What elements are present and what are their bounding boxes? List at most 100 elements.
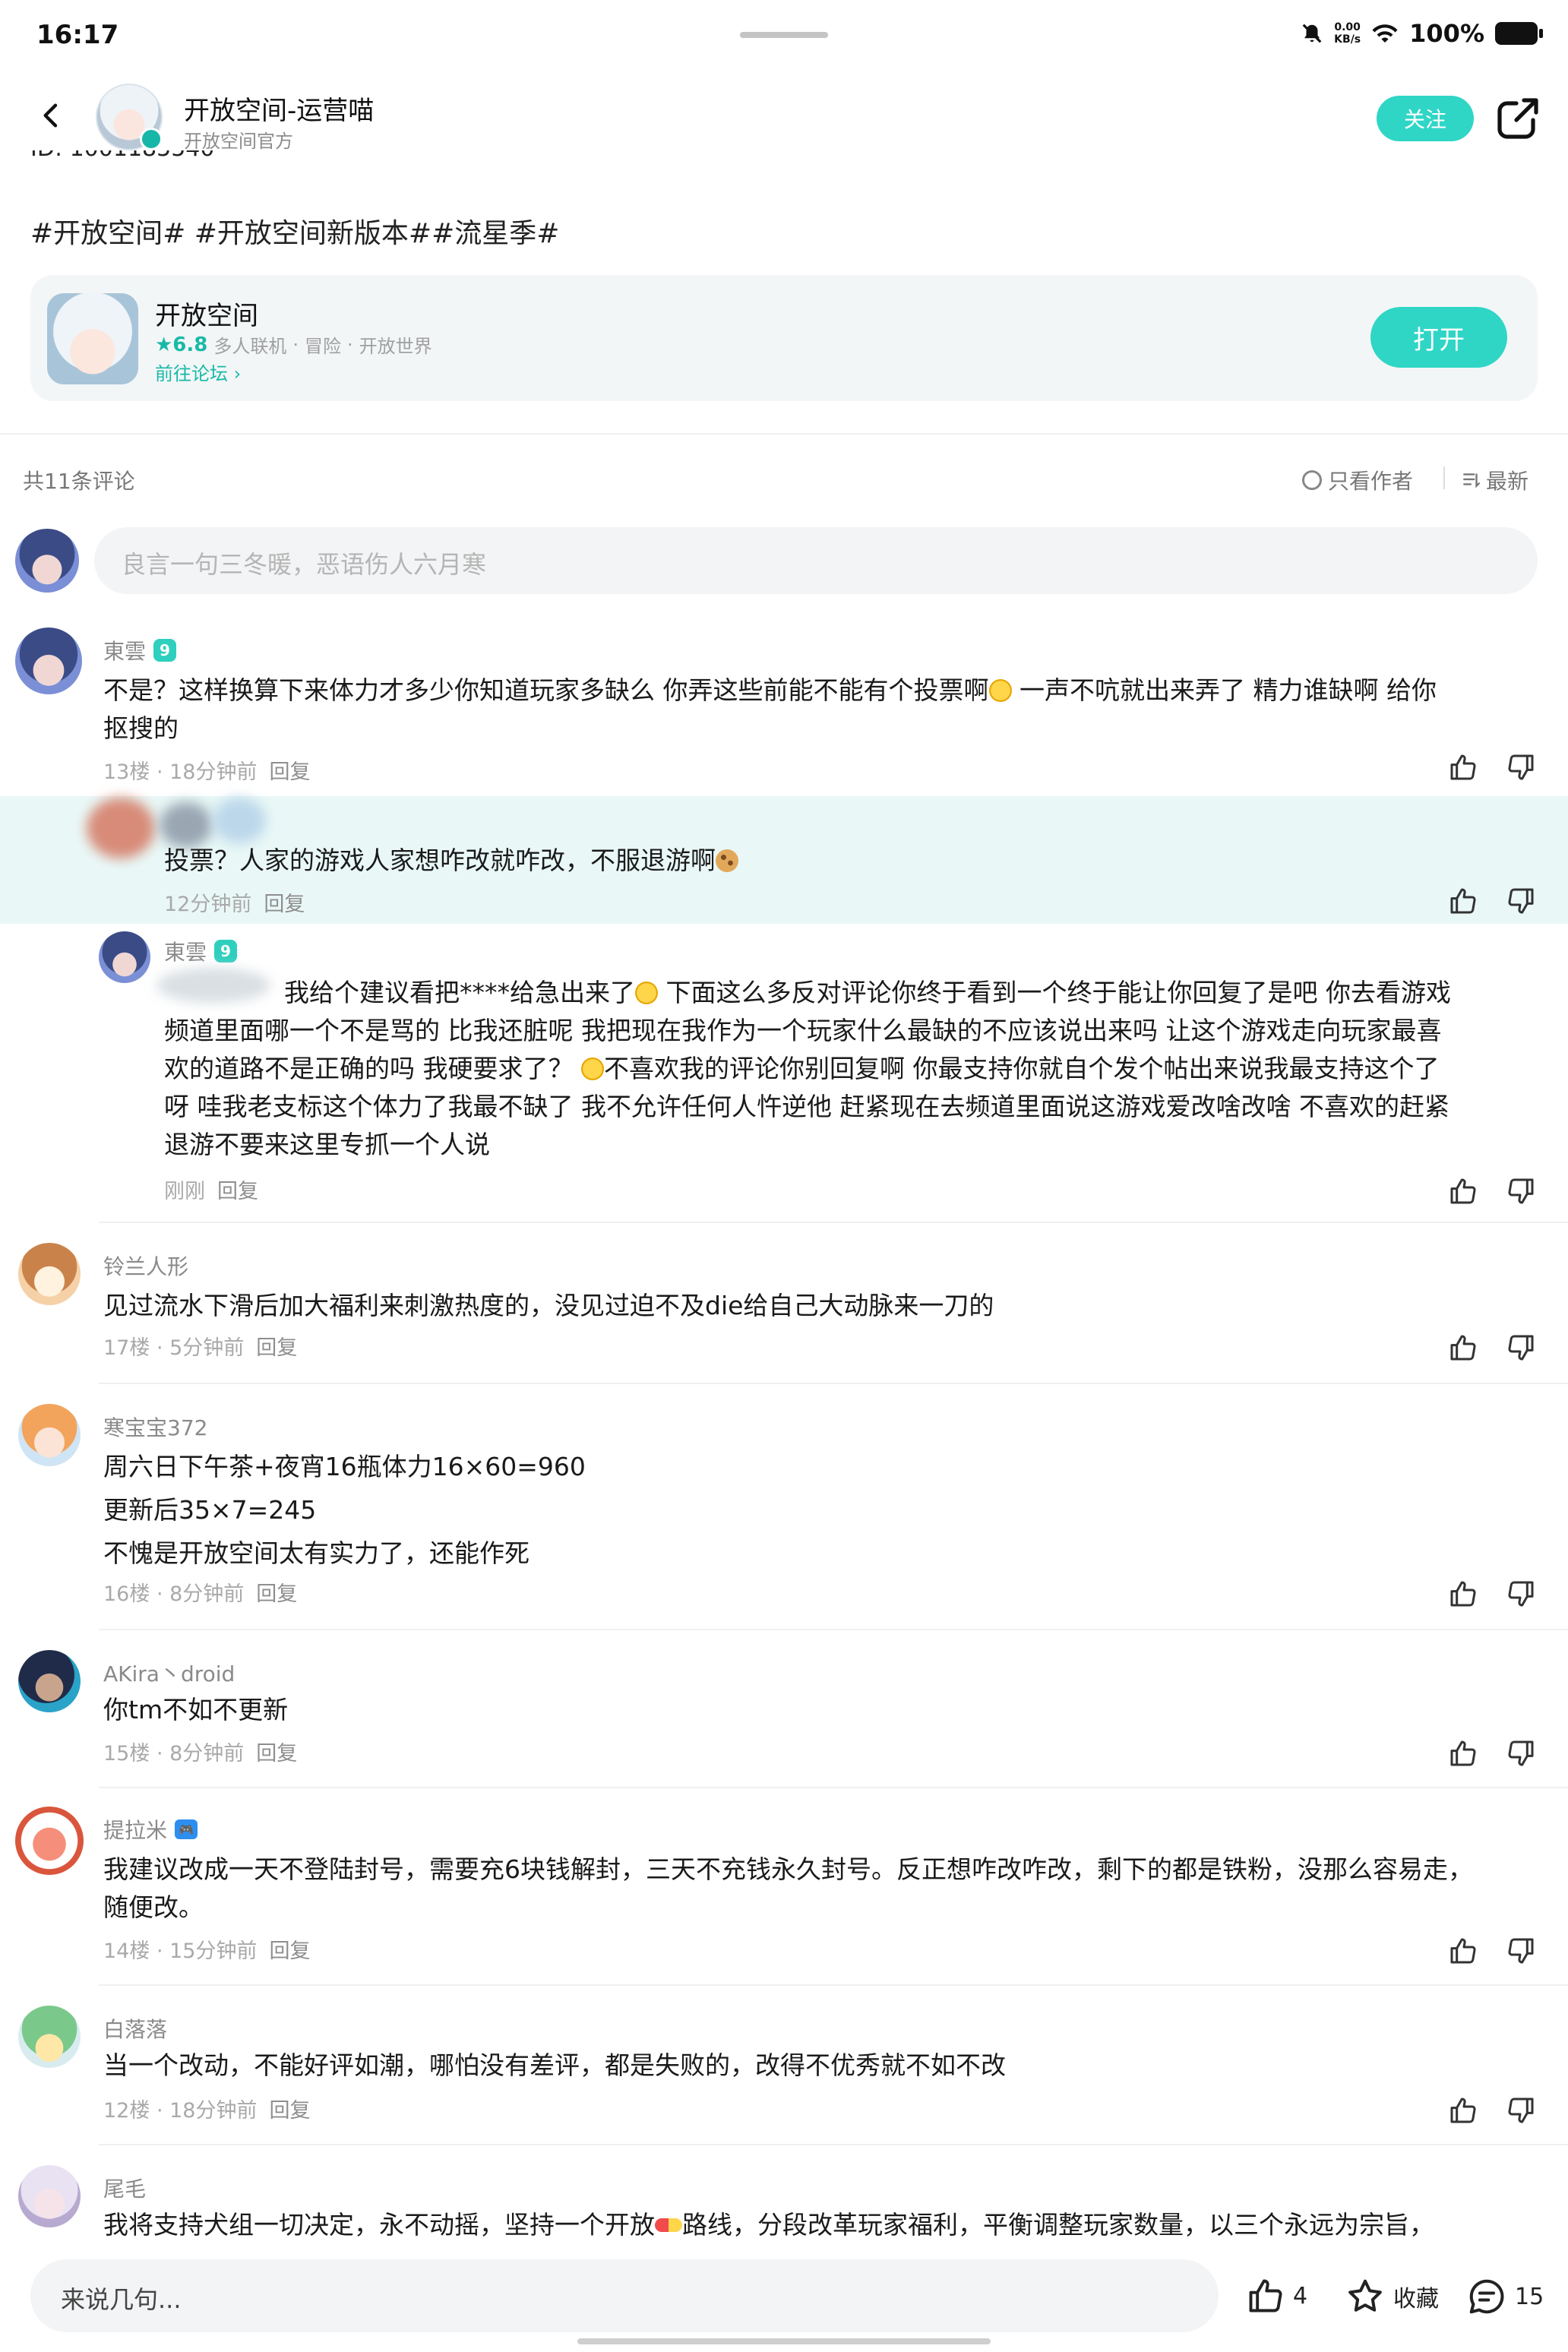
crying-emoji-icon [581, 1057, 604, 1080]
comment-count-bottom: 15 [1515, 2283, 1544, 2310]
open-game-button[interactable]: 打开 [1370, 307, 1507, 368]
gamepad-badge-icon: 🎮 [175, 1819, 198, 1839]
thumbs-down-icon[interactable] [1506, 886, 1536, 916]
thumbs-down-icon[interactable] [1506, 1579, 1536, 1609]
thumbs-up-icon[interactable] [1448, 2095, 1478, 2126]
commenter-avatar[interactable] [18, 1404, 81, 1466]
net-speed: 0.00 KB/s [1334, 21, 1361, 46]
game-genre: 多人联机 [213, 336, 287, 357]
verified-badge-icon [140, 128, 163, 150]
level-badge: 9 [214, 940, 238, 963]
comment-username[interactable]: 東雲 9 [103, 635, 177, 665]
commenter-avatar[interactable] [18, 1650, 81, 1712]
reply-username[interactable]: 東雲 9 [164, 936, 238, 966]
thumbs-up-icon[interactable] [1448, 886, 1478, 916]
thumbs-down-icon[interactable] [1506, 1332, 1536, 1363]
comment-text: 见过流水下滑后加大福利来刺激热度的，没见过迫不及die给自己大动脉来一刀的 [103, 1291, 994, 1320]
reply-button[interactable]: 回复 [256, 1336, 297, 1360]
account-avatar[interactable] [96, 84, 163, 150]
reply-button[interactable]: 回复 [256, 1742, 297, 1766]
comment-username[interactable]: 铃兰人形 [103, 1250, 188, 1281]
divider [0, 433, 1568, 435]
reply-button[interactable]: 回复 [217, 1180, 258, 1203]
thumbs-up-icon[interactable] [1448, 1332, 1478, 1363]
divider [99, 1222, 1568, 1223]
favorite-button[interactable]: 收藏 [1345, 2276, 1439, 2317]
game-genre: 冒险 [305, 336, 342, 357]
account-name[interactable]: 开放空间-运营喵 [184, 90, 374, 127]
bottom-comment-input[interactable]: 来说几句... [30, 2259, 1219, 2332]
commenter-avatar[interactable] [18, 1243, 81, 1305]
reply-button[interactable]: 回复 [256, 1582, 297, 1606]
thumbs-down-icon[interactable] [1506, 1738, 1536, 1769]
wifi-icon [1372, 24, 1398, 43]
comment-text: 不是？这样换算下来体力才多少你知道玩家多缺么 你弄这些前能不能有个投票啊 一声不… [103, 675, 1437, 743]
thumbs-up-icon[interactable] [1448, 1176, 1478, 1206]
commenter-avatar[interactable] [15, 1807, 84, 1875]
author-only-toggle[interactable]: 只看作者 [1302, 465, 1413, 495]
reply-button[interactable]: 回复 [269, 760, 310, 784]
favorite-label: 收藏 [1393, 2286, 1439, 2312]
back-arrow-icon [43, 103, 58, 128]
thumbs-up-icon[interactable] [1448, 752, 1478, 782]
comment-bubble-icon [1469, 2279, 1504, 2314]
game-meta: ★6.8 多人联机 · 冒险 · 开放世界 [155, 331, 432, 358]
game-icon[interactable] [47, 293, 138, 384]
divider [99, 1787, 1568, 1788]
comment-meta: 16楼 · 8分钟前 回复 [103, 1582, 298, 1606]
comment-count: 共11条评论 [23, 469, 135, 494]
comment-username[interactable]: AKira丶droid [103, 1658, 235, 1688]
home-indicator[interactable] [577, 2338, 991, 2344]
game-name[interactable]: 开放空间 [155, 295, 258, 332]
reply-text: 投票？人家的游戏人家想咋改就咋改，不服退游啊 [164, 842, 738, 880]
comment-meta: 15楼 · 8分钟前 回复 [103, 1742, 298, 1766]
sort-latest-button[interactable]: 最新 [1462, 465, 1528, 495]
chevron-right-icon: › [233, 363, 242, 384]
comments-button[interactable]: 15 [1466, 2276, 1544, 2317]
comment-text: 周六日下午茶+夜宵16瓶体力16×60=960 更新后35×7=245 不愧是开… [103, 1452, 586, 1568]
commenter-avatar[interactable] [15, 628, 82, 694]
battery-icon [1495, 22, 1543, 45]
reply-button[interactable]: 回复 [269, 2099, 310, 2123]
commenter-avatar[interactable] [18, 2165, 81, 2227]
reply-button[interactable]: 回复 [269, 1939, 310, 1963]
comment-username[interactable]: 白落落 [103, 2013, 167, 2044]
thumbs-down-icon[interactable] [1506, 752, 1536, 782]
follow-button[interactable]: 关注 [1377, 96, 1474, 141]
comment-meta: 12楼 · 18分钟前 回复 [103, 2099, 311, 2123]
forum-link[interactable]: 前往论坛 › [155, 359, 241, 385]
commenter-avatar[interactable] [18, 2006, 81, 2068]
comment-text: 我将支持犬组一切决定，永不动摇，坚持一个开放 路线，分段改革玩家福利，平衡调整玩家… [103, 2210, 1434, 2240]
thumbs-down-icon[interactable] [1506, 1176, 1536, 1206]
reply-avatar[interactable] [99, 931, 150, 983]
post-tags[interactable]: #开放空间# #开放空间新版本##流星季# [30, 211, 559, 251]
thumbs-up-icon[interactable] [1448, 1738, 1478, 1769]
radio-icon [1302, 470, 1322, 490]
comment-text: 我建议改成一天不登陆封号，需要充6块钱解封，三天不充钱永久封号。反正想咋改咋改，… [103, 1854, 1473, 1922]
reply-button[interactable]: 回复 [264, 893, 305, 916]
thumbs-down-icon[interactable] [1506, 1936, 1536, 1966]
share-button[interactable] [1494, 94, 1542, 143]
star-icon [1348, 2279, 1382, 2312]
comment-input[interactable]: 良言一句三冬暖，恶语伤人六月寒 [94, 527, 1538, 594]
drag-handle[interactable] [740, 32, 828, 38]
like-count: 4 [1293, 2282, 1308, 2309]
comment-meta: 17楼 · 5分钟前 回复 [103, 1336, 298, 1360]
comment-username[interactable]: 寒宝宝372 [103, 1412, 207, 1442]
divider [99, 1629, 1568, 1630]
comment-username[interactable]: 提拉米 🎮 [103, 1814, 198, 1845]
comment-meta: 14楼 · 15分钟前 回复 [103, 1939, 311, 1963]
comment-meta: 13楼 · 18分钟前 回复 [103, 760, 311, 784]
back-button[interactable] [27, 91, 76, 140]
thumbs-up-icon[interactable] [1448, 1579, 1478, 1609]
status-icons: 0.00 KB/s 100% [1301, 17, 1543, 50]
pill-emoji-icon [655, 2218, 682, 2232]
reply-meta: 刚刚 回复 [164, 1180, 258, 1203]
like-post-button[interactable]: 4 [1246, 2276, 1307, 2316]
thumbs-down-icon[interactable] [1506, 2095, 1536, 2126]
thumbs-up-icon[interactable] [1448, 1936, 1478, 1966]
sort-icon [1463, 473, 1480, 488]
comment-username[interactable]: 尾毛 [103, 2173, 146, 2203]
status-time: 16:17 [36, 20, 119, 50]
comment-text: 当一个改动，不能好评如潮，哪怕没有差评，都是失败的，改得不优秀就不如不改 [103, 2050, 1006, 2080]
